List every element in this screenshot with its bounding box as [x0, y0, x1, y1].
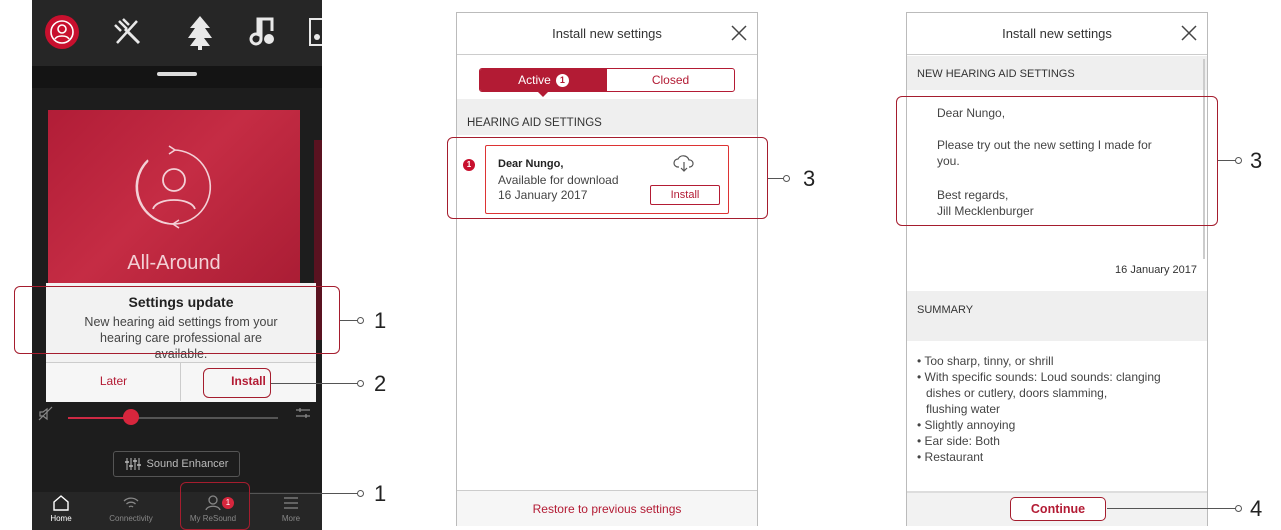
callout-line — [340, 320, 358, 321]
callout-dot — [357, 317, 364, 324]
screen-title: Install new settings — [1002, 26, 1112, 41]
callout-line — [768, 178, 784, 179]
drawer-handle[interactable] — [157, 72, 197, 76]
profile-program-icon[interactable] — [42, 12, 82, 52]
wifi-icon — [102, 494, 160, 514]
callout-number: 3 — [803, 166, 816, 191]
home-icon — [32, 494, 90, 514]
nav-home[interactable]: Home — [32, 494, 90, 523]
tab-count-badge: 1 — [555, 73, 569, 87]
callout-number: 4 — [1250, 496, 1263, 521]
status-segmented-control: Active 1 Closed — [479, 68, 735, 92]
tab-active[interactable]: Active 1 — [480, 69, 607, 91]
summary-item: • Restaurant — [917, 450, 984, 464]
drawer-handle-bar[interactable] — [32, 66, 322, 88]
outdoor-program-icon[interactable] — [180, 12, 220, 52]
volume-slider-thumb[interactable] — [123, 409, 139, 425]
section-header: HEARING AID SETTINGS — [457, 99, 757, 135]
restaurant-program-icon[interactable] — [108, 12, 148, 52]
highlight-install — [203, 368, 271, 398]
music-program-icon[interactable] — [244, 12, 284, 52]
restore-previous-settings-button[interactable]: Restore to previous settings — [457, 490, 757, 526]
callout-number: 3 — [1250, 148, 1263, 173]
callout-dot — [1235, 157, 1242, 164]
screen-title: Install new settings — [552, 26, 662, 41]
highlight-myresound — [180, 482, 250, 530]
callout-line — [1107, 508, 1236, 509]
summary-item: dishes or cutlery, doors slamming, — [926, 386, 1108, 400]
install-settings-list-screen: Install new settings Active 1 Closed HEA… — [456, 12, 758, 526]
nav-label: More — [281, 514, 301, 523]
close-icon[interactable] — [1181, 21, 1197, 47]
nav-label: Home — [50, 514, 72, 523]
nav-more[interactable]: More — [262, 494, 320, 523]
close-icon[interactable] — [731, 21, 747, 47]
all-around-program-icon — [135, 145, 212, 229]
sliders-icon — [124, 458, 141, 470]
callout-number: 1 — [374, 308, 387, 333]
continue-button[interactable]: Continue — [1010, 497, 1106, 521]
callout-number: 1 — [374, 481, 387, 506]
summary-list: • Too sharp, tinny, or shrill • With spe… — [917, 353, 1199, 465]
install-settings-detail-screen: Install new settings NEW HEARING AID SET… — [906, 12, 1208, 526]
tab-label: Active — [518, 73, 551, 87]
tab-label: Closed — [651, 73, 690, 87]
screen-header: Install new settings — [457, 13, 757, 55]
nav-label: Connectivity — [109, 514, 153, 523]
highlight-dialog — [14, 286, 340, 354]
callout-line — [271, 383, 358, 384]
callout-line — [250, 493, 358, 494]
section-header: NEW HEARING AID SETTINGS — [907, 56, 1207, 90]
summary-item: • Slightly annoying — [917, 418, 1016, 432]
highlight-message — [896, 96, 1218, 226]
callout-number: 2 — [374, 371, 387, 396]
highlight-list-item — [447, 137, 768, 219]
callout-line — [1218, 160, 1236, 161]
callout-dot — [1235, 505, 1242, 512]
nav-connectivity[interactable]: Connectivity — [102, 494, 160, 523]
menu-icon — [262, 494, 320, 514]
summary-item: • Too sharp, tinny, or shrill — [917, 354, 1054, 368]
volume-slider-fill — [68, 417, 131, 419]
summary-item: • Ear side: Both — [917, 434, 1000, 448]
tab-pointer — [537, 91, 549, 97]
sound-enhancer-button[interactable]: Sound Enhancer — [113, 451, 240, 477]
screen-header: Install new settings — [907, 13, 1207, 55]
sound-enhancer-label: Sound Enhancer — [146, 458, 229, 470]
callout-dot — [357, 380, 364, 387]
summary-header: SUMMARY — [907, 291, 1207, 341]
resound-phone-screen: All-Around Settings update New hearing a… — [32, 0, 322, 530]
summary-item: • With specific sounds: Loud sounds: cla… — [917, 370, 1161, 384]
later-button[interactable]: Later — [46, 374, 181, 388]
program-name: All-Around — [127, 252, 221, 274]
equalizer-icon[interactable] — [295, 406, 311, 423]
message-date: 16 January 2017 — [1115, 264, 1197, 276]
callout-dot — [357, 490, 364, 497]
callout-dot — [783, 175, 790, 182]
summary-item: flushing water — [926, 402, 1001, 416]
mute-icon[interactable] — [38, 406, 54, 427]
tab-closed[interactable]: Closed — [607, 69, 734, 91]
tv-program-icon[interactable] — [306, 12, 322, 52]
